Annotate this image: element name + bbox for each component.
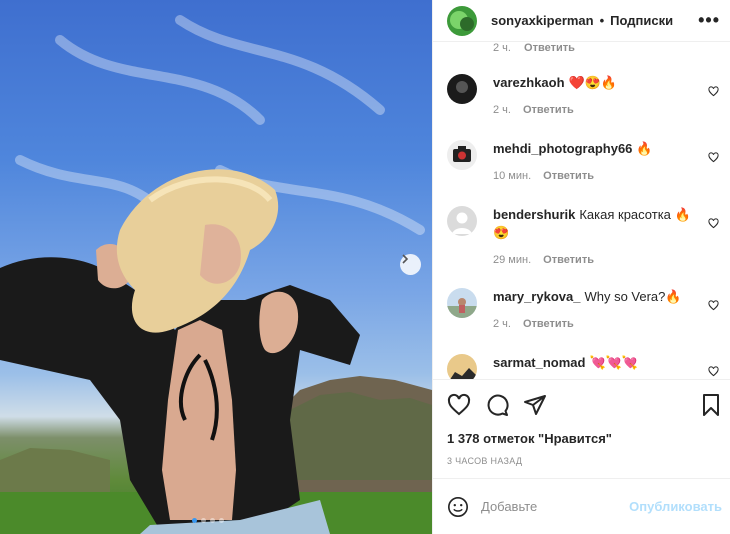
- carousel-indicator: [192, 518, 224, 523]
- comment-username[interactable]: mary_rykova_: [493, 289, 580, 304]
- comment-item: bendershurik Какая красотка 🔥 😍 29 мин. От…: [447, 206, 725, 266]
- post-dialog: sonyaxkiperman • Подписки ••• 2 ч. Ответ…: [0, 0, 730, 534]
- comment-text: 💘💘💘: [589, 355, 639, 370]
- comment-time: 2 ч.: [493, 104, 511, 116]
- reply-button[interactable]: Ответить: [523, 104, 574, 116]
- commenter-avatar[interactable]: [447, 206, 477, 236]
- author-avatar[interactable]: [447, 5, 477, 36]
- reply-button[interactable]: Ответить: [524, 42, 575, 54]
- comment-item: mary_rykova_ Why so Vera?🔥 2 ч. Ответить: [447, 288, 725, 330]
- like-comment-heart-icon[interactable]: [708, 218, 719, 229]
- author-username[interactable]: sonyaxkiperman: [491, 13, 594, 28]
- comment-text: 🔥: [636, 141, 653, 156]
- comment-text: Why so Vera?🔥: [584, 289, 682, 304]
- commenter-avatar[interactable]: [447, 288, 477, 318]
- smiley-icon[interactable]: [447, 496, 469, 518]
- commenter-avatar[interactable]: [447, 354, 477, 379]
- bookmark-icon[interactable]: [700, 393, 722, 417]
- comment-input[interactable]: [481, 499, 621, 514]
- comment-time: 2 ч.: [493, 42, 511, 54]
- post-side-panel: sonyaxkiperman • Подписки ••• 2 ч. Ответ…: [432, 0, 730, 534]
- comment-item: sarmat_nomad 💘💘💘: [447, 354, 725, 379]
- comment-text: ❤️😍🔥: [568, 75, 618, 90]
- more-horizontal-icon[interactable]: •••: [698, 10, 720, 31]
- heart-icon[interactable]: [447, 393, 471, 417]
- comment-time: 10 мин.: [493, 170, 532, 182]
- carousel-dot: [201, 518, 206, 523]
- next-photo-button[interactable]: [400, 254, 421, 275]
- commenter-avatar[interactable]: [447, 140, 477, 170]
- comment-username[interactable]: mehdi_photography66: [493, 141, 632, 156]
- likes-count[interactable]: 1 378 отметок "Нравится": [433, 431, 730, 446]
- like-comment-heart-icon[interactable]: [708, 366, 719, 377]
- comment-item: mehdi_photography66 🔥 10 мин. Ответить: [447, 140, 725, 182]
- like-comment-heart-icon[interactable]: [708, 300, 719, 311]
- comment-username[interactable]: sarmat_nomad: [493, 355, 585, 370]
- photo-illustration: [0, 15, 432, 534]
- comment-item: varezhkaoh ❤️😍🔥 2 ч. Ответить: [447, 74, 725, 116]
- comment-time: 2 ч.: [493, 318, 511, 330]
- reply-button[interactable]: Ответить: [543, 170, 594, 182]
- carousel-dot: [219, 518, 224, 523]
- like-comment-heart-icon[interactable]: [708, 152, 719, 163]
- post-timestamp: 3 ЧАСОВ НАЗАД: [447, 456, 523, 466]
- comment-username[interactable]: varezhkaoh: [493, 75, 565, 90]
- follow-status-button[interactable]: Подписки: [610, 13, 673, 28]
- post-header: sonyaxkiperman • Подписки •••: [433, 0, 730, 42]
- partial-comment-meta: 2 ч. Ответить: [493, 42, 575, 54]
- like-comment-heart-icon[interactable]: [708, 86, 719, 97]
- carousel-dot: [192, 518, 197, 523]
- paper-plane-icon[interactable]: [523, 393, 547, 417]
- comment-username[interactable]: bendershurik: [493, 207, 575, 222]
- comment-bubble-icon[interactable]: [485, 393, 509, 417]
- reply-button[interactable]: Ответить: [523, 318, 574, 330]
- comment-time: 29 мин.: [493, 254, 532, 266]
- publish-button[interactable]: Опубликовать: [629, 499, 722, 514]
- carousel-dot: [210, 518, 215, 523]
- add-comment-bar: Опубликовать: [433, 478, 730, 534]
- reply-button[interactable]: Ответить: [543, 254, 594, 266]
- post-actions-bar: [433, 379, 730, 429]
- post-photo: [0, 0, 432, 534]
- commenter-avatar[interactable]: [447, 74, 477, 104]
- header-separator: •: [599, 13, 605, 28]
- chevron-right-icon: [402, 254, 409, 264]
- comments-list[interactable]: 2 ч. Ответить varezhkaoh ❤️😍🔥 2 ч. Ответит…: [433, 42, 730, 379]
